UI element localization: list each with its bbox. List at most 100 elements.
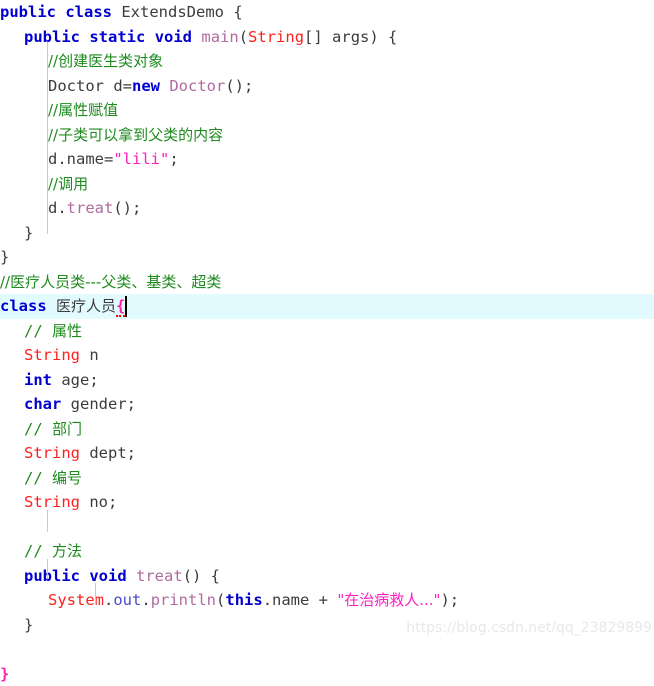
code-token: .name +	[263, 591, 338, 609]
code-line[interactable]: String n	[0, 343, 654, 368]
code-token: treat	[136, 567, 183, 585]
code-token: out	[113, 591, 141, 609]
code-line[interactable]: int age;	[0, 368, 654, 393]
code-line[interactable]: //医疗人员类---父类、基类、超类	[0, 270, 654, 295]
code-line-list: public class ExtendsDemo {public static …	[0, 0, 654, 686]
code-token	[80, 28, 89, 46]
code-line[interactable]: // 属性	[0, 319, 654, 344]
code-token: public	[24, 567, 80, 585]
code-token: no;	[80, 493, 117, 511]
code-token: 属性	[52, 322, 82, 340]
code-line[interactable]: }	[0, 662, 654, 686]
code-token: //子类可以拿到父类的内容	[48, 126, 223, 144]
code-token: .	[141, 591, 150, 609]
code-token: 医疗人员	[56, 297, 116, 315]
code-line[interactable]: //属性赋值	[0, 98, 654, 123]
code-token: "lili"	[113, 150, 169, 168]
code-token	[145, 28, 154, 46]
code-token: public	[0, 3, 56, 21]
code-token: age;	[52, 371, 99, 389]
code-token: //创建医生类对象	[48, 52, 163, 70]
code-token: d.	[48, 199, 67, 217]
code-token: static	[89, 28, 145, 46]
code-token: }	[0, 665, 9, 683]
code-line[interactable]: public class ExtendsDemo {	[0, 0, 654, 25]
code-token: int	[24, 371, 52, 389]
code-token: String	[24, 346, 80, 364]
code-line[interactable]: // 部门	[0, 417, 654, 442]
code-line[interactable]: String no;	[0, 490, 654, 515]
code-token: );	[440, 591, 459, 609]
code-token: String	[24, 493, 80, 511]
code-token: treat	[67, 199, 114, 217]
code-line[interactable]: //调用	[0, 172, 654, 197]
code-token: Doctor d=	[48, 77, 132, 95]
code-token: //	[24, 322, 52, 340]
code-token: dept;	[80, 444, 136, 462]
code-token: }	[0, 248, 9, 266]
code-token: n	[80, 346, 99, 364]
code-token: //调用	[48, 175, 88, 193]
code-line[interactable]: }	[0, 245, 654, 270]
indent-guide	[47, 559, 48, 579]
code-token: [] args) {	[304, 28, 397, 46]
code-line[interactable]	[0, 637, 654, 662]
code-token: ();	[113, 199, 141, 217]
indent-guide	[47, 42, 48, 234]
code-token: ;	[169, 150, 178, 168]
code-line[interactable]: // 编号	[0, 466, 654, 491]
code-token: ();	[225, 77, 253, 95]
code-token: //	[24, 469, 52, 487]
code-line[interactable]: System.out.println(this.name + "在治病救人...…	[0, 588, 654, 613]
code-token: new	[132, 77, 160, 95]
code-token: .	[104, 591, 113, 609]
code-token: public	[24, 28, 80, 46]
code-token: String	[24, 444, 80, 462]
code-token	[56, 3, 65, 21]
code-token	[127, 567, 136, 585]
code-token: (	[216, 591, 225, 609]
code-token	[80, 567, 89, 585]
code-token: () {	[183, 567, 220, 585]
code-token: String	[248, 28, 304, 46]
code-token: }	[24, 616, 33, 634]
code-line[interactable]: d.name="lili";	[0, 147, 654, 172]
code-line[interactable]: class 医疗人员{	[0, 294, 654, 319]
code-token: 方法	[52, 542, 82, 560]
code-line[interactable]: //子类可以拿到父类的内容	[0, 123, 654, 148]
code-line[interactable]: // 方法	[0, 539, 654, 564]
code-token: class	[0, 297, 47, 315]
code-line[interactable]	[0, 515, 654, 540]
code-token: this	[225, 591, 262, 609]
code-line[interactable]: d.treat();	[0, 196, 654, 221]
code-token: println	[151, 591, 216, 609]
code-token: "在治病救人..."	[337, 591, 440, 609]
code-token: main	[201, 28, 238, 46]
code-token: //医疗人员类---父类、基类、超类	[0, 273, 221, 291]
code-line[interactable]: public static void main(String[] args) {	[0, 25, 654, 50]
code-line[interactable]: Doctor d=new Doctor();	[0, 74, 654, 99]
code-token: 部门	[52, 420, 82, 438]
code-token	[47, 297, 56, 315]
indent-guide	[95, 583, 96, 605]
code-token: ExtendsDemo {	[112, 3, 243, 21]
code-token: {	[116, 297, 125, 317]
code-token	[192, 28, 201, 46]
code-line[interactable]: String dept;	[0, 441, 654, 466]
code-editor[interactable]: public class ExtendsDemo {public static …	[0, 0, 654, 656]
code-line[interactable]: public void treat() {	[0, 564, 654, 589]
code-token: void	[155, 28, 192, 46]
code-token	[160, 77, 169, 95]
code-token: char	[24, 395, 61, 413]
code-token: //	[24, 420, 52, 438]
indent-guide	[47, 510, 48, 532]
code-token: //	[24, 542, 52, 560]
code-token: gender;	[61, 395, 136, 413]
code-token: void	[89, 567, 126, 585]
code-line[interactable]: //创建医生类对象	[0, 49, 654, 74]
code-line[interactable]: char gender;	[0, 392, 654, 417]
code-line[interactable]: }	[0, 221, 654, 246]
code-token: d.name=	[48, 150, 113, 168]
code-token: class	[65, 3, 112, 21]
csdn-watermark: https://blog.csdn.net/qq_23829899	[406, 620, 652, 636]
